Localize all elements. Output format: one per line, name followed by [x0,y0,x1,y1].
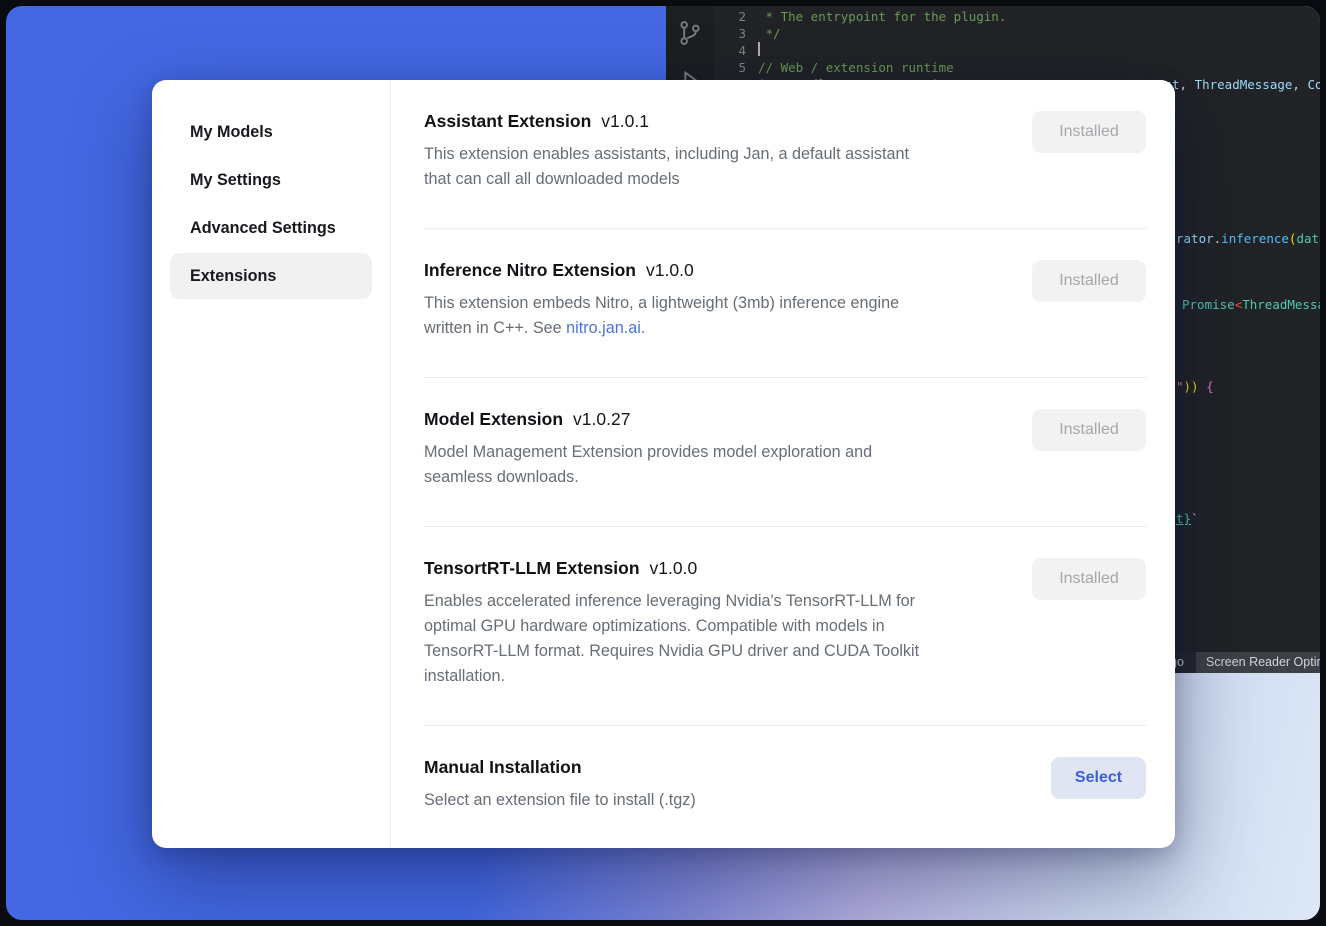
code-fragment: Promise<ThreadMessage> [1182,297,1326,312]
code-text: * The entrypoint for the plugin. [758,8,1006,25]
text-cursor [758,42,760,56]
desktop-wallpaper: 2 * The entrypoint for the plugin. 3 */ … [0,0,1326,926]
extension-description: Enables accelerated inference leveraging… [424,589,1024,689]
extension-description: This extension embeds Nitro, a lightweig… [424,291,1024,341]
extension-info: TensortRT-LLM Extension v1.0.0 Enables ac… [424,555,1024,689]
extension-description: This extension enables assistants, inclu… [424,142,1024,192]
extension-row-assistant: Assistant Extension v1.0.1 This extension… [424,80,1146,229]
code-line: 3 */ [714,25,1320,42]
code-fragment: rator.inference(data)); [1176,231,1326,246]
extension-info: Model Extension v1.0.27 Model Management … [424,406,1024,490]
code-fragment: ")) { [1176,379,1214,394]
installed-button[interactable]: Installed [1032,111,1146,153]
extension-title: TensortRT-LLM Extension v1.0.0 [424,555,1024,581]
extension-name: Assistant Extension [424,111,591,131]
extensions-list: Assistant Extension v1.0.1 This extension… [391,80,1175,848]
sidebar-item-my-models[interactable]: My Models [170,109,372,155]
installed-button[interactable]: Installed [1032,409,1146,451]
extension-row-model: Model Extension v1.0.27 Model Management … [424,378,1146,527]
source-control-icon[interactable] [676,18,704,51]
code-line: 5 // Web / extension runtime [714,59,1320,76]
extension-description: Model Management Extension provides mode… [424,440,1024,490]
extension-title: Inference Nitro Extension v1.0.0 [424,257,1024,283]
settings-sidebar: My Models My Settings Advanced Settings … [152,80,391,848]
extension-name: TensortRT-LLM Extension [424,558,640,578]
code-text: */ [758,25,781,42]
manual-installation-title: Manual Installation [424,754,1024,780]
extension-row-inference-nitro: Inference Nitro Extension v1.0.0 This ext… [424,229,1146,378]
extension-row-tensorrt-llm: TensortRT-LLM Extension v1.0.0 Enables ac… [424,527,1146,726]
nitro-jan-ai-link[interactable]: nitro.jan.ai. [566,319,645,337]
extension-version: v1.0.0 [650,558,698,578]
line-number: 4 [714,42,758,59]
sidebar-item-my-settings[interactable]: My Settings [170,157,372,203]
manual-installation-row: Manual Installation Select an extension … [424,726,1146,848]
extension-info: Inference Nitro Extension v1.0.0 This ext… [424,257,1024,341]
line-number: 3 [714,25,758,42]
code-fragment: t}` [1176,511,1199,526]
line-number: 2 [714,8,758,25]
extension-version: v1.0.0 [646,260,694,280]
sidebar-item-advanced-settings[interactable]: Advanced Settings [170,205,372,251]
extension-info: Assistant Extension v1.0.1 This extension… [424,108,1024,192]
extension-version: v1.0.1 [601,111,649,131]
extension-info: Manual Installation Select an extension … [424,754,1024,813]
code-line: 4 [714,42,1320,59]
installed-button[interactable]: Installed [1032,558,1146,600]
screen-reader-optimize-item[interactable]: Screen Reader Optimize [1196,652,1320,673]
manual-installation-description: Select an extension file to install (.tg… [424,788,1024,813]
extension-version: v1.0.27 [573,409,630,429]
extension-title: Assistant Extension v1.0.1 [424,108,1024,134]
select-file-button[interactable]: Select [1051,757,1146,799]
extension-name: Model Extension [424,409,563,429]
installed-button[interactable]: Installed [1032,260,1146,302]
extension-title: Model Extension v1.0.27 [424,406,1024,432]
extension-name: Inference Nitro Extension [424,260,636,280]
line-number: 5 [714,59,758,76]
code-line: 2 * The entrypoint for the plugin. [714,8,1320,25]
settings-modal: My Models My Settings Advanced Settings … [152,80,1175,848]
code-text: // Web / extension runtime [758,59,954,76]
sidebar-item-extensions[interactable]: Extensions [170,253,372,299]
